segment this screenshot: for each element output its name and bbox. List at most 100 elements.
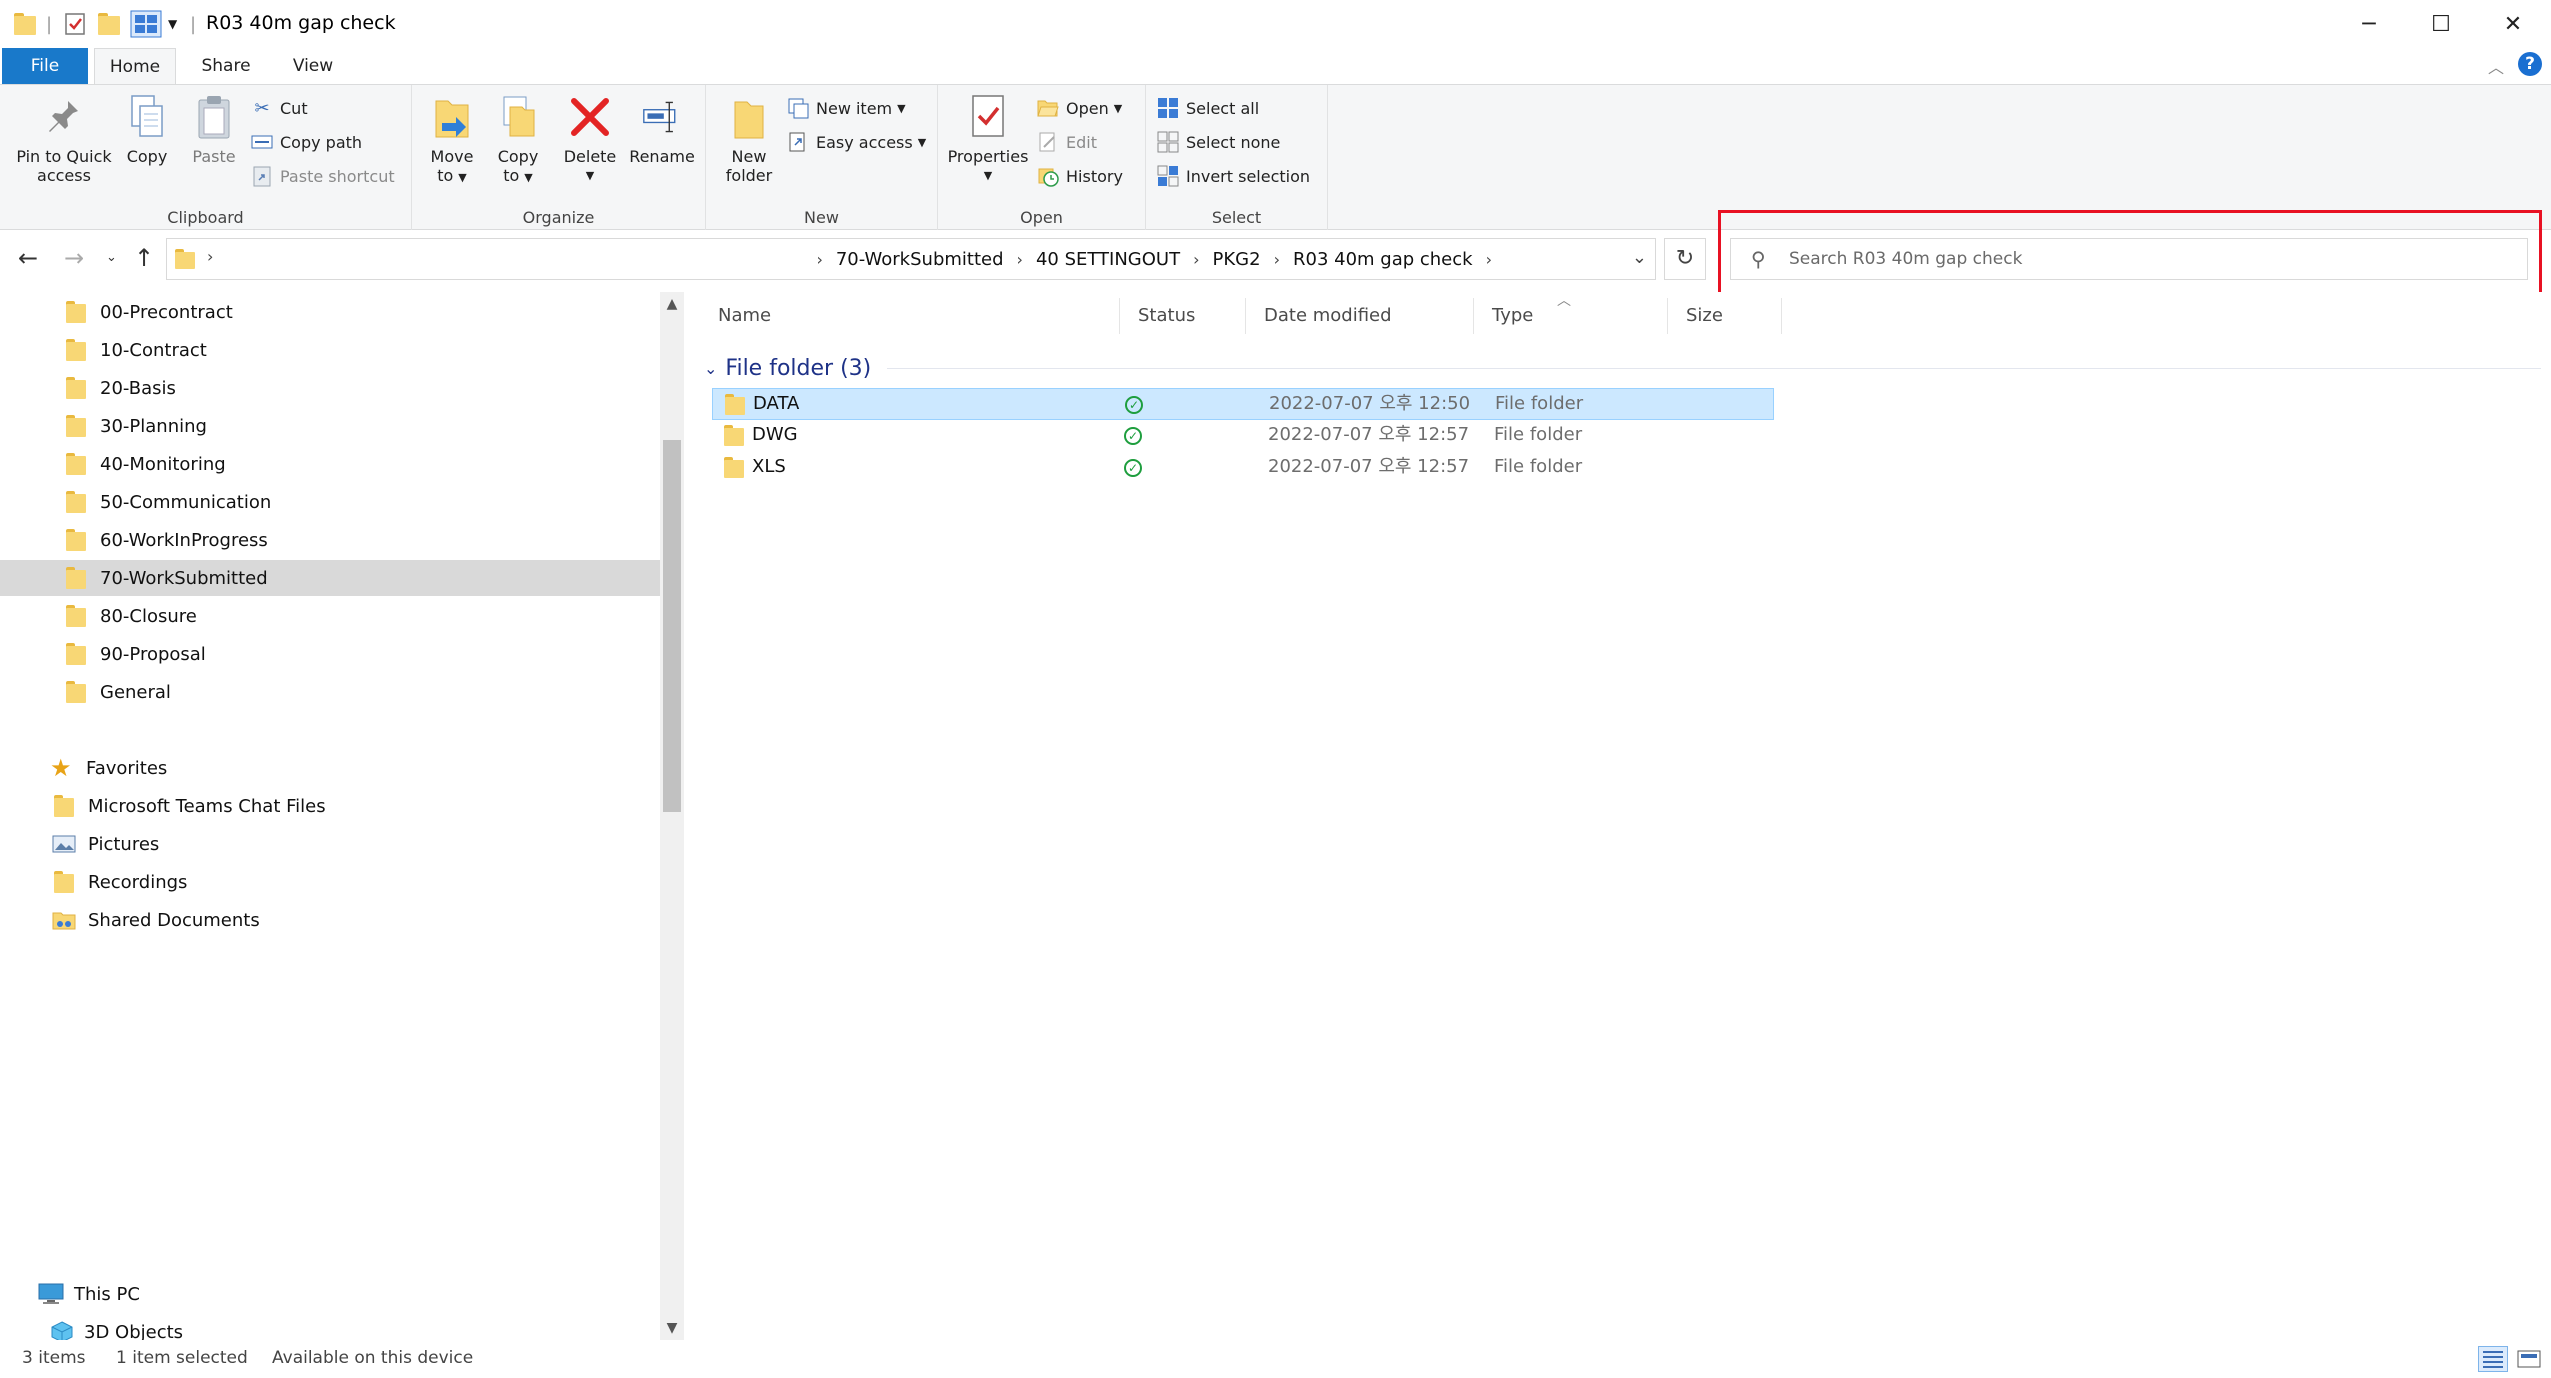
nav-folder-item[interactable]: 80-Closure <box>0 598 660 634</box>
file-type: File folder <box>1494 456 1583 477</box>
history-button[interactable]: History <box>1036 161 1123 191</box>
breadcrumb-item[interactable]: 40 SETTINGOUT <box>1036 249 1180 270</box>
breadcrumb-item[interactable]: 70-WorkSubmitted <box>836 249 1004 270</box>
nav-folder-item[interactable]: 20-Basis <box>0 370 660 406</box>
nav-quick-item[interactable]: Microsoft Teams Chat Files <box>0 788 660 824</box>
breadcrumb-separator-icon[interactable]: › <box>1017 250 1023 269</box>
properties-button[interactable]: Properties ▼ <box>946 93 1030 185</box>
nav-quick-item[interactable]: Shared Documents <box>0 902 660 938</box>
scroll-up-arrow-icon[interactable]: ▲ <box>660 296 684 312</box>
select-all-button[interactable]: Select all <box>1156 93 1259 123</box>
open-button[interactable]: Open ▼ <box>1036 93 1122 123</box>
nav-folder-item[interactable]: 40-Monitoring <box>0 446 660 482</box>
up-arrow-icon[interactable]: ↑ <box>134 244 154 272</box>
nav-folder-item[interactable]: 50-Communication <box>0 484 660 520</box>
view-layout-quick-icon[interactable] <box>130 10 162 38</box>
copy-button[interactable]: Copy <box>122 93 172 166</box>
column-header-type[interactable]: Type <box>1474 298 1668 334</box>
copy-path-label: Copy path <box>280 132 363 152</box>
nav-folder-item[interactable]: 60-WorkInProgress <box>0 522 660 558</box>
select-none-button[interactable]: Select none <box>1156 127 1280 157</box>
new-item-button[interactable]: New item ▼ <box>786 93 906 123</box>
breadcrumb-separator-icon[interactable]: › <box>1486 250 1492 269</box>
recent-locations-chevron-icon[interactable]: ⌄ <box>106 250 117 265</box>
tab-home[interactable]: Home <box>94 48 176 84</box>
new-folder-button[interactable]: New folder <box>716 93 782 185</box>
nav-folder-label: 40-Monitoring <box>100 453 226 475</box>
breadcrumb-item[interactable]: PKG2 <box>1213 249 1261 270</box>
nav-folder-item[interactable]: 30-Planning <box>0 408 660 444</box>
move-to-button[interactable]: Move to ▼ <box>424 93 480 187</box>
group-header[interactable]: ⌄ File folder (3) <box>700 348 2551 388</box>
clipboard-group: Pin to Quick access Copy Paste ✂ Cut Cop… <box>0 85 412 231</box>
breadcrumb-separator-icon[interactable]: › <box>816 250 822 269</box>
group-collapse-chevron-icon[interactable]: ⌄ <box>704 359 717 378</box>
nav-quick-label: Recordings <box>88 871 188 893</box>
close-button[interactable]: ✕ <box>2477 0 2549 48</box>
column-header-size[interactable]: Size <box>1668 298 1782 334</box>
nav-quick-item[interactable]: Pictures <box>0 826 660 862</box>
nav-folder-item[interactable]: 90-Proposal <box>0 636 660 672</box>
column-header-name[interactable]: Name <box>700 298 1120 334</box>
breadcrumb-item[interactable]: R03 40m gap check <box>1293 249 1473 270</box>
copy-path-button[interactable]: Copy path <box>250 127 362 157</box>
nav-folder-label: 30-Planning <box>100 415 207 437</box>
collapse-ribbon-icon[interactable]: ︿ <box>2488 54 2504 78</box>
back-arrow-icon[interactable]: ← <box>18 244 38 272</box>
nav-folder-item[interactable]: 10-Contract <box>0 332 660 368</box>
nav-folder-label: 50-Communication <box>100 491 272 513</box>
scrollbar-thumb[interactable] <box>663 440 681 812</box>
address-history-chevron-icon[interactable]: ⌄ <box>1632 247 1647 268</box>
tab-view[interactable]: View <box>276 48 350 84</box>
refresh-button[interactable]: ↻ <box>1664 238 1706 280</box>
table-row[interactable]: DATA ✓ 2022-07-07 오후 12:50 File folder <box>712 388 1774 420</box>
address-root-chevron-icon[interactable]: › <box>207 247 213 266</box>
paste-button[interactable]: Paste <box>186 93 242 166</box>
rename-button[interactable]: Rename <box>626 93 698 166</box>
nav-this-pc-item[interactable]: This PC <box>0 1276 660 1312</box>
nav-quick-label: Favorites <box>86 757 168 779</box>
maximize-button[interactable]: ☐ <box>2405 0 2477 48</box>
easy-access-button[interactable]: Easy access ▼ <box>786 127 926 157</box>
cut-button[interactable]: ✂ Cut <box>250 93 307 123</box>
nav-favorites-item[interactable]: ★ Favorites <box>0 750 660 786</box>
properties-quick-icon[interactable] <box>64 10 86 38</box>
nav-folder-item[interactable]: 00-Precontract <box>0 294 660 330</box>
select-all-icon <box>1156 96 1180 120</box>
customize-quick-access-icon[interactable]: ▼ <box>168 10 177 38</box>
nav-folder-label: 60-WorkInProgress <box>100 529 268 551</box>
large-icons-view-button[interactable] <box>2514 1346 2544 1372</box>
delete-button[interactable]: Delete ▼ <box>560 93 620 185</box>
pin-to-quick-access-button[interactable]: Pin to Quick access <box>8 93 120 185</box>
new-group: New folder New item ▼ Easy access ▼ New <box>706 85 938 231</box>
easy-access-label: Easy access <box>816 132 913 152</box>
nav-folder-item[interactable]: General <box>0 674 660 710</box>
tab-file[interactable]: File <box>2 48 88 84</box>
dropdown-caret-icon: ▼ <box>585 169 595 182</box>
new-folder-quick-icon[interactable] <box>98 10 120 38</box>
copy-to-button[interactable]: Copy to ▼ <box>490 93 546 187</box>
breadcrumb-separator-icon[interactable]: › <box>1193 250 1199 269</box>
forward-arrow-icon[interactable]: → <box>64 244 84 272</box>
table-row[interactable]: XLS ✓ 2022-07-07 오후 12:57 File folder <box>712 452 1774 484</box>
invert-selection-button[interactable]: Invert selection <box>1156 161 1310 191</box>
scroll-down-arrow-icon[interactable]: ▼ <box>660 1320 684 1336</box>
file-name: DATA <box>753 393 800 414</box>
new-group-label: New <box>804 208 839 227</box>
table-row[interactable]: DWG ✓ 2022-07-07 오후 12:57 File folder <box>712 420 1774 452</box>
edit-button[interactable]: Edit <box>1036 127 1097 157</box>
nav-pane-scrollbar[interactable]: ▲ ▼ <box>660 292 684 1340</box>
paste-shortcut-button[interactable]: Paste shortcut <box>250 161 395 191</box>
file-date-modified: 2022-07-07 오후 12:57 <box>1268 456 1470 477</box>
minimize-button[interactable]: ─ <box>2333 0 2405 48</box>
tab-share[interactable]: Share <box>184 48 268 84</box>
column-header-status[interactable]: Status <box>1120 298 1246 334</box>
column-header-date-modified[interactable]: Date modified <box>1246 298 1474 334</box>
details-view-button[interactable] <box>2478 1346 2508 1372</box>
address-bar[interactable]: › › 70-WorkSubmitted › 40 SETTINGOUT › P… <box>166 238 1656 280</box>
nav-quick-item[interactable]: Recordings <box>0 864 660 900</box>
folder-icon <box>66 415 86 437</box>
nav-folder-item-selected[interactable]: 70-WorkSubmitted <box>0 560 660 596</box>
breadcrumb-separator-icon[interactable]: › <box>1274 250 1280 269</box>
help-button[interactable]: ? <box>2518 52 2542 76</box>
